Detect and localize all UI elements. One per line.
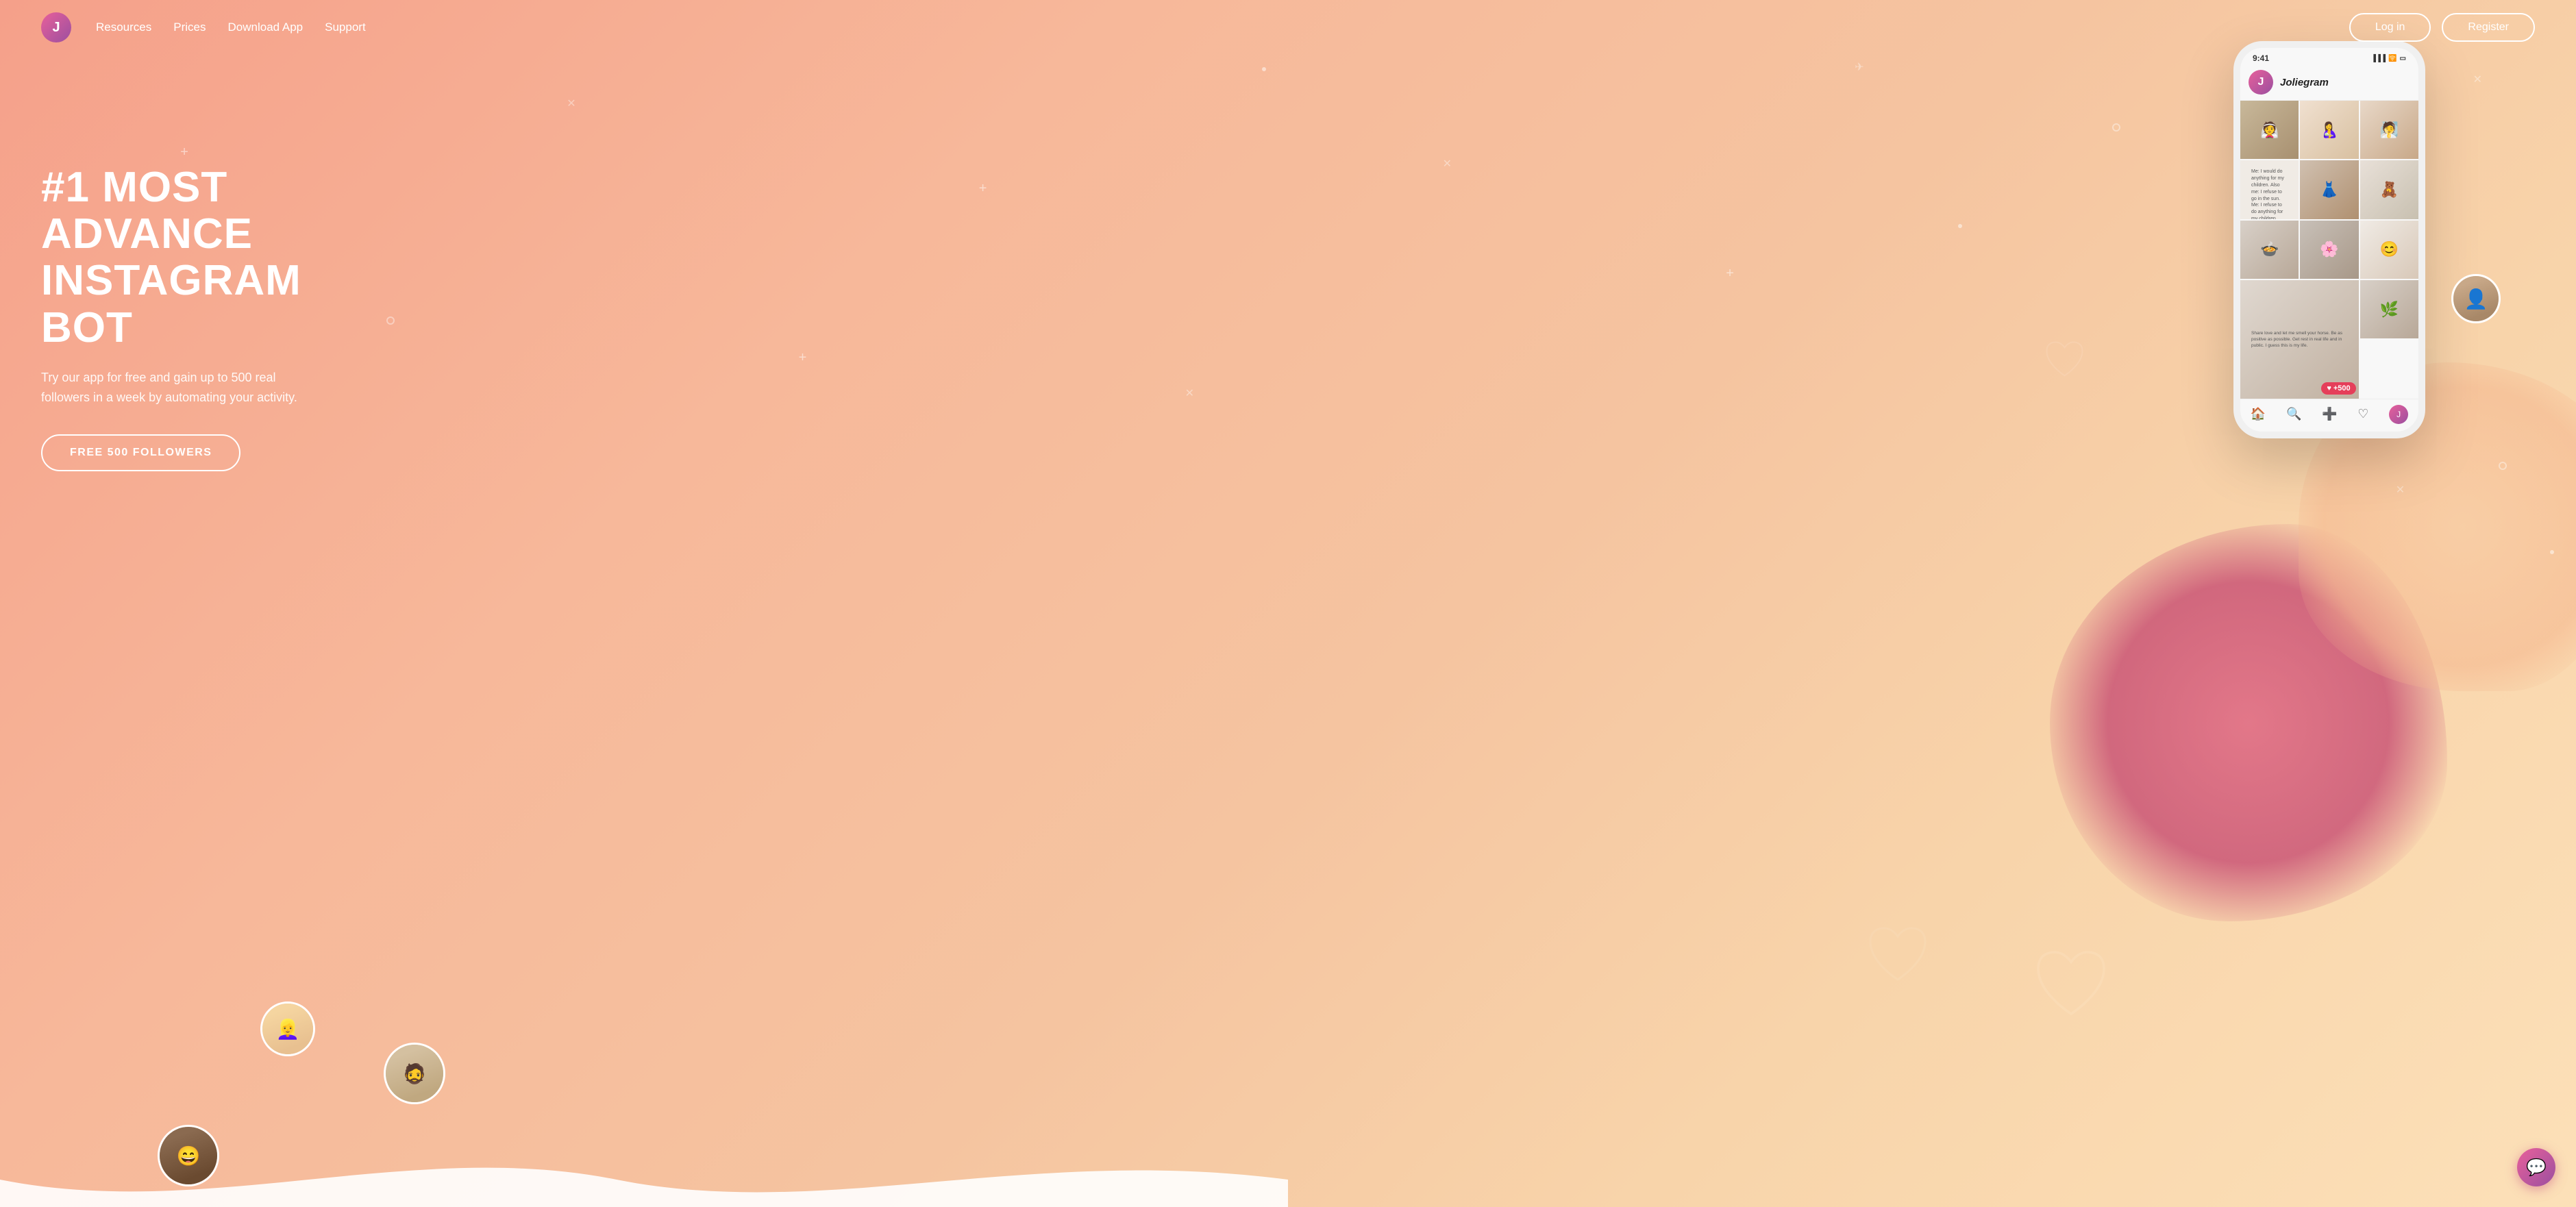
grid-item-6: 🍲 (2240, 221, 2299, 279)
heart-icon: ♥ (2327, 384, 2331, 393)
register-button[interactable]: Register (2442, 13, 2535, 42)
phone-profile-header: J Joliegram (2240, 66, 2418, 101)
phone-status-icons: ▐▐▐ 🛜 ▭ (2371, 55, 2406, 62)
hero-content: #1 MOST ADVANCE INSTAGRAM BOT Try our ap… (0, 55, 2576, 1207)
bearded-face: 🧔 (386, 1045, 443, 1102)
login-button[interactable]: Log in (2349, 13, 2431, 42)
add-icon[interactable]: ➕ (2322, 407, 2337, 421)
messenger-button[interactable]: 💬 (2517, 1148, 2555, 1186)
phone-time: 9:41 (2253, 53, 2269, 63)
nav-download[interactable]: Download App (228, 21, 304, 34)
grid-item-5: 🧸 (2360, 160, 2418, 219)
grid-item-2: 🤱 (2300, 101, 2358, 159)
post-caption-2: Share love and let me smell your horse. … (2244, 326, 2355, 353)
phone-area: 9:41 ▐▐▐ 🛜 ▭ J Joliegram 👰 (2233, 41, 2425, 438)
phone-user-face: 👤 (2453, 276, 2499, 321)
avatar-smiling: 😄 (158, 1125, 219, 1186)
grid-item-8: 😊 (2360, 221, 2418, 279)
home-icon[interactable]: 🏠 (2251, 407, 2266, 421)
likes-badge: ♥ +500 (2321, 382, 2355, 395)
wifi-icon: 🛜 (2388, 55, 2397, 62)
phone-username: Joliegram (2280, 77, 2329, 88)
avatar-bearded: 🧔 (384, 1043, 445, 1104)
cta-button[interactable]: FREE 500 FOLLOWERS (41, 434, 240, 471)
nav-left: J Resources Prices Download App Support (41, 12, 366, 42)
signal-icon: ▐▐▐ (2371, 55, 2386, 62)
hero-text: #1 MOST ADVANCE INSTAGRAM BOT Try our ap… (41, 82, 397, 471)
heart-nav-icon[interactable]: ♡ (2357, 407, 2368, 421)
messenger-icon: 💬 (2526, 1158, 2547, 1178)
hero-title: #1 MOST ADVANCE INSTAGRAM BOT (41, 164, 397, 351)
search-icon[interactable]: 🔍 (2286, 407, 2301, 421)
profile-icon[interactable]: J (2389, 405, 2408, 424)
smiling-face: 😄 (160, 1127, 217, 1184)
person-on-phone: 👤 (2451, 274, 2501, 323)
nav-links: Resources Prices Download App Support (96, 21, 366, 34)
battery-icon: ▭ (2400, 55, 2406, 62)
phone-app-logo: J (2249, 70, 2273, 95)
person-avatar: 👤 (2451, 274, 2501, 323)
post-caption-1: Me: I would do anything for my children.… (2244, 164, 2294, 219)
avatar-blonde: 👱‍♀️ (260, 1001, 315, 1056)
grid-item-9: 🌿 (2360, 280, 2418, 338)
grid-item-caption: Me: I would do anything for my children.… (2240, 160, 2299, 219)
grid-item-3: 🧖 (2360, 101, 2418, 159)
nav-support[interactable]: Support (325, 21, 366, 34)
hero-background: + ✕ + ✕ + ✕ + ✕ ✈ ✕ J Resources Prices D… (0, 0, 2576, 1207)
navbar: J Resources Prices Download App Support … (0, 0, 2576, 55)
grid-item-1: 👰 (2240, 101, 2299, 159)
phone-mockup: 9:41 ▐▐▐ 🛜 ▭ J Joliegram 👰 (2233, 41, 2425, 438)
nav-right: Log in Register (2349, 13, 2535, 42)
blonde-face: 👱‍♀️ (262, 1004, 313, 1054)
grid-item-wide: Share love and let me smell your horse. … (2240, 280, 2359, 399)
phone-bottom-bar: 🏠 🔍 ➕ ♡ J (2240, 399, 2418, 430)
grid-item-7: 🌸 (2300, 221, 2358, 279)
nav-prices[interactable]: Prices (173, 21, 206, 34)
nav-resources[interactable]: Resources (96, 21, 151, 34)
grid-item-4: 👗 (2300, 160, 2358, 219)
hero-subtitle: Try our app for free and gain up to 500 … (41, 368, 315, 408)
brand-logo[interactable]: J (41, 12, 71, 42)
phone-photo-grid: 👰 🤱 🧖 Me: I would do anything for my chi… (2240, 101, 2418, 399)
